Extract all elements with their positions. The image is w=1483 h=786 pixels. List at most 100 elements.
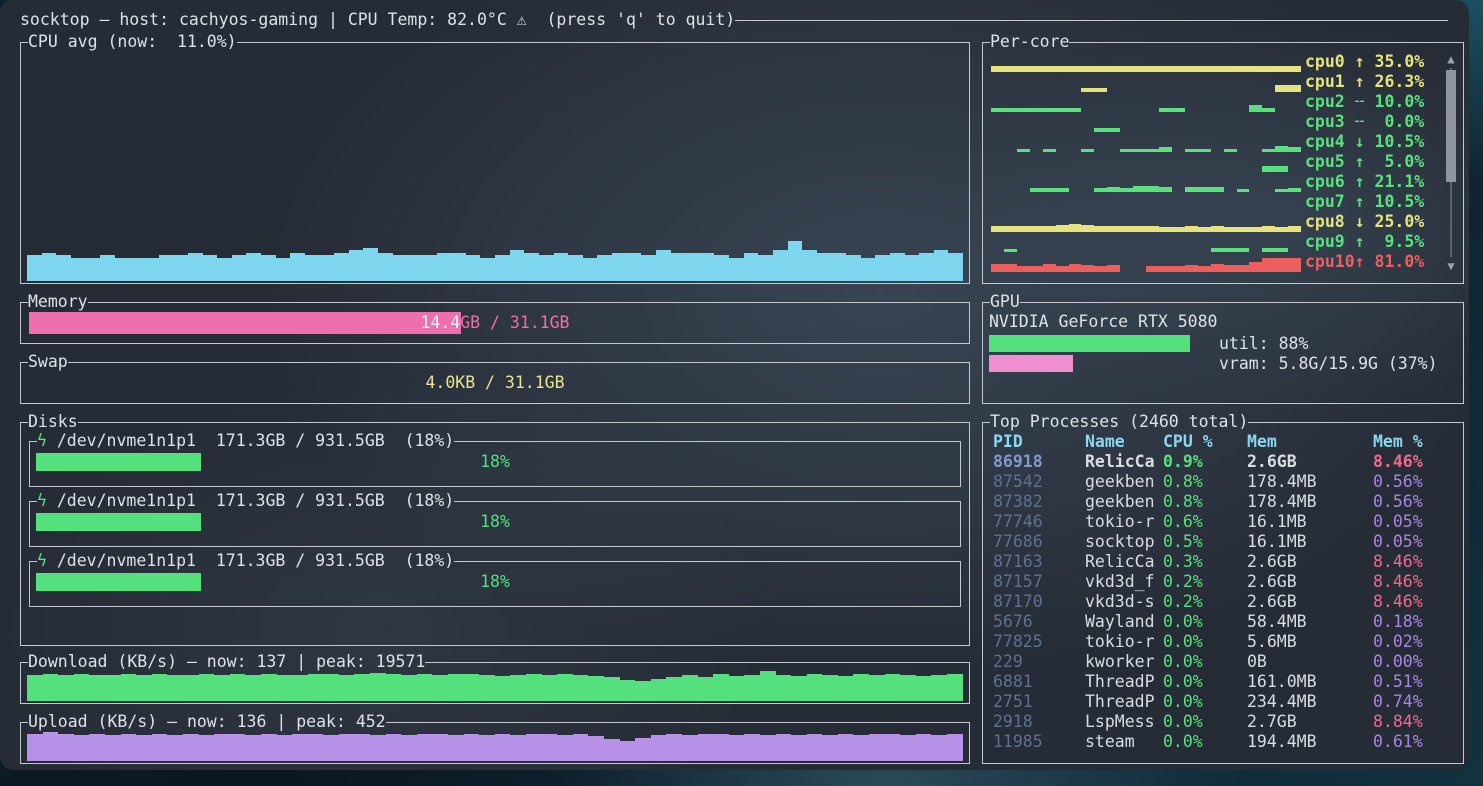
per-core-title: Per-core	[990, 32, 1069, 52]
title-border-line	[735, 20, 1448, 21]
process-row[interactable]: 6881ThreadP0.0%161.0MB0.51%	[993, 672, 1457, 692]
core-row: cpu0 ↑ 35.0%	[991, 52, 1439, 72]
process-row[interactable]: 87170vkd3d-s0.2%2.6GB8.46%	[993, 592, 1457, 612]
chart-bar	[277, 735, 293, 761]
process-cell: 8.46%	[1373, 572, 1457, 592]
chart-bar	[466, 255, 481, 281]
scroll-up-icon[interactable]: ▲	[1444, 52, 1458, 66]
chart-bar	[713, 674, 729, 701]
swap-title: Swap	[28, 352, 68, 372]
process-cell: 178.4MB	[1247, 472, 1373, 492]
chart-bar	[900, 735, 916, 761]
chart-bar	[370, 735, 386, 761]
process-cell: 8.84%	[1373, 712, 1457, 732]
process-cell: vkd3d-s	[1085, 592, 1163, 612]
chart-bar	[27, 734, 43, 761]
col-mem: Mem	[1247, 432, 1373, 452]
process-row[interactable]: 87542geekben0.8%178.4MB0.56%	[993, 472, 1457, 492]
scrollbar-thumb[interactable]	[1446, 70, 1456, 182]
gpu-vram-gauge	[989, 355, 1217, 372]
memory-title: Memory	[28, 292, 88, 312]
chart-bar	[861, 258, 876, 282]
process-row[interactable]: 87163RelicCa0.3%2.6GB8.46%	[993, 552, 1457, 572]
disk-device: /dev/nvme1n1p1	[57, 551, 196, 570]
chart-bar	[900, 675, 916, 701]
disk-device: /dev/nvme1n1p1	[57, 491, 196, 510]
process-cell: 8.46%	[1373, 452, 1457, 472]
chart-bar	[27, 675, 43, 701]
chart-bar	[1056, 266, 1069, 272]
process-cell: 0.0%	[1163, 732, 1247, 752]
process-cell: 5.6MB	[1247, 632, 1373, 652]
per-core-panel: Per-core cpu0 ↑ 35.0%cpu1 ↑ 26.3%cpu2 ╌ …	[982, 42, 1464, 284]
chart-bar	[1159, 266, 1172, 272]
disk-gauge: 18%	[36, 513, 954, 531]
upload-panel: Upload (KB/s) — now: 136 | peak: 452	[20, 722, 970, 764]
chart-bar	[100, 255, 115, 281]
process-cell: 229	[993, 652, 1085, 672]
process-cell: 0.6%	[1163, 512, 1247, 532]
process-cell: 8.46%	[1373, 552, 1457, 572]
chart-bar	[510, 735, 526, 761]
chart-bar	[292, 675, 308, 701]
chart-bar	[853, 674, 869, 701]
core-sparkline	[991, 132, 1301, 152]
gpu-vram-fill	[989, 355, 1073, 372]
cpu-avg-chart	[27, 46, 963, 281]
chart-bar	[791, 676, 807, 701]
process-row[interactable]: 77746tokio-r0.6%16.1MB0.05%	[993, 512, 1457, 532]
chart-bar	[105, 675, 121, 701]
chart-bar	[89, 675, 105, 701]
chart-bar	[526, 734, 542, 761]
chart-bar	[682, 675, 698, 701]
core-row: cpu4 ↓ 10.5%	[991, 132, 1439, 152]
core-row: cpu1 ↑ 26.3%	[991, 72, 1439, 92]
process-row[interactable]: 87157vkd3d_f0.2%2.6GB8.46%	[993, 572, 1457, 592]
scroll-down-icon[interactable]: ▼	[1444, 259, 1458, 273]
chart-bar	[1249, 105, 1262, 112]
process-row[interactable]: 2751ThreadP0.0%234.4MB0.74%	[993, 692, 1457, 712]
chart-bar	[43, 732, 59, 761]
process-cell: 0.8%	[1163, 472, 1247, 492]
scrollbar[interactable]: ▲ ▼	[1444, 52, 1458, 273]
process-row[interactable]: 2918LspMess0.0%2.7GB8.84%	[993, 712, 1457, 732]
chart-bar	[173, 255, 188, 281]
chart-bar	[744, 253, 759, 281]
chart-bar	[349, 250, 364, 281]
core-label: cpu2 ╌ 10.0%	[1305, 92, 1439, 112]
process-header-row: PID Name CPU % Mem Mem %	[993, 432, 1457, 452]
process-row[interactable]: 86918RelicCa0.9%2.6GB8.46%	[993, 452, 1457, 472]
memory-gauge: 14.4GB / 31.1GB 14.4GB / 31.1GB	[29, 312, 961, 334]
core-sparkline	[991, 92, 1301, 112]
process-cell: 2.7GB	[1247, 712, 1373, 732]
chart-bar	[604, 677, 620, 701]
disk-gauge-label: 18%	[36, 573, 954, 591]
core-sparkline	[991, 212, 1301, 232]
chart-bar	[1107, 265, 1120, 272]
core-label: cpu5 ↑ 5.0%	[1305, 152, 1439, 172]
process-cell: 0.05%	[1373, 512, 1457, 532]
chart-bar	[948, 253, 963, 281]
process-cell: 0.0%	[1163, 712, 1247, 732]
chart-bar	[729, 258, 744, 282]
process-row[interactable]: 11985steam0.0%194.4MB0.61%	[993, 732, 1457, 752]
chart-bar	[760, 671, 776, 701]
gpu-panel: GPU NVIDIA GeForce RTX 5080 util: 88% vr…	[982, 302, 1464, 404]
core-sparkline	[991, 192, 1301, 212]
chart-bar	[1288, 85, 1301, 92]
process-row[interactable]: 87382geekben0.8%178.4MB0.56%	[993, 492, 1457, 512]
chart-bar	[386, 734, 402, 761]
process-cell: 87382	[993, 492, 1085, 512]
chart-bar	[620, 680, 636, 701]
core-row: cpu7 ↑ 10.5%	[991, 192, 1439, 212]
chart-bar	[261, 255, 276, 281]
process-row[interactable]: 77686socktop0.5%16.1MB0.05%	[993, 532, 1457, 552]
chart-bar	[261, 734, 277, 761]
process-cell: 2751	[993, 692, 1085, 712]
process-row[interactable]: 77825tokio-r0.0%5.6MB0.02%	[993, 632, 1457, 652]
chart-bar	[758, 255, 773, 281]
chart-bar	[1275, 85, 1288, 92]
swap-gauge-label: 4.0KB / 31.1GB	[29, 372, 961, 394]
process-row[interactable]: 229kworker0.0%0B0.00%	[993, 652, 1457, 672]
process-row[interactable]: 5676Wayland0.0%58.4MB0.18%	[993, 612, 1457, 632]
